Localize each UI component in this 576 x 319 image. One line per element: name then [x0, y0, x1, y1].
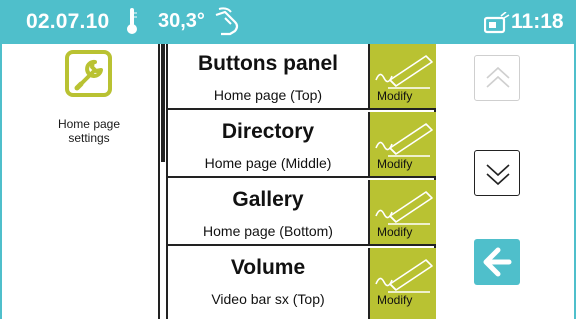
- list-item-title: Buttons panel: [198, 52, 338, 75]
- date-text: 02.07.10: [26, 10, 110, 33]
- arrow-left-icon: [483, 247, 512, 277]
- temperature-text: 30,3°: [158, 10, 205, 32]
- list-item-text: Volume Video bar sx (Top): [168, 248, 368, 312]
- back-button[interactable]: [474, 239, 520, 285]
- screen: 02.07.10 30,3° 11:18 Home page settings …: [0, 0, 576, 319]
- list-item-title: Gallery: [232, 188, 304, 211]
- pencil-icon: [375, 259, 433, 293]
- list-item-text: Gallery Home page (Bottom): [168, 180, 368, 244]
- pencil-icon: [375, 191, 433, 225]
- list-item-subtitle: Home page (Top): [213, 87, 323, 103]
- pencil-icon: [375, 123, 433, 157]
- list-item: Volume Video bar sx (Top) Modify: [168, 248, 436, 319]
- list-item-text: Buttons panel Home page (Top): [168, 44, 368, 108]
- scroll-down-button[interactable]: [474, 150, 520, 196]
- time-text: 11:18: [511, 10, 564, 33]
- modify-label: Modify: [377, 89, 413, 103]
- list-item-text: Directory Home page (Middle): [168, 112, 368, 176]
- thermometer-icon: [125, 6, 139, 36]
- modify-label: Modify: [377, 157, 413, 171]
- wrench-icon: [69, 54, 108, 93]
- modify-button[interactable]: Modify: [368, 44, 436, 108]
- monitor-icon: [483, 11, 510, 34]
- pencil-icon: [375, 55, 433, 89]
- scroll-thumb[interactable]: [161, 44, 165, 162]
- list-item: Buttons panel Home page (Top) Modify: [168, 44, 436, 110]
- scroll-up-button[interactable]: [474, 55, 520, 101]
- frame-left-border: [0, 44, 2, 319]
- hand-touch-icon: [213, 6, 243, 36]
- list-item-subtitle: Home page (Bottom): [203, 223, 333, 239]
- list-item-title: Volume: [230, 256, 306, 279]
- list-item-subtitle: Video bar sx (Top): [211, 291, 325, 307]
- list-item: Gallery Home page (Bottom) Modify: [168, 180, 436, 246]
- modify-label: Modify: [377, 293, 413, 307]
- list-item: Directory Home page (Middle) Modify: [168, 112, 436, 178]
- status-bar: 02.07.10 30,3° 11:18: [0, 0, 576, 44]
- settings-tile-label: Home page settings: [57, 117, 121, 145]
- modify-label: Modify: [377, 225, 413, 239]
- home-page-items-list: Buttons panel Home page (Top) Modify Dir…: [166, 44, 436, 319]
- list-item-title: Directory: [221, 120, 315, 143]
- modify-button[interactable]: Modify: [368, 248, 436, 319]
- modify-button[interactable]: Modify: [368, 112, 436, 176]
- modify-button[interactable]: Modify: [368, 180, 436, 244]
- home-page-settings-button[interactable]: [65, 50, 112, 97]
- list-item-subtitle: Home page (Middle): [204, 155, 332, 171]
- chevron-down-icon: [486, 164, 510, 186]
- chevron-up-icon: [486, 66, 510, 88]
